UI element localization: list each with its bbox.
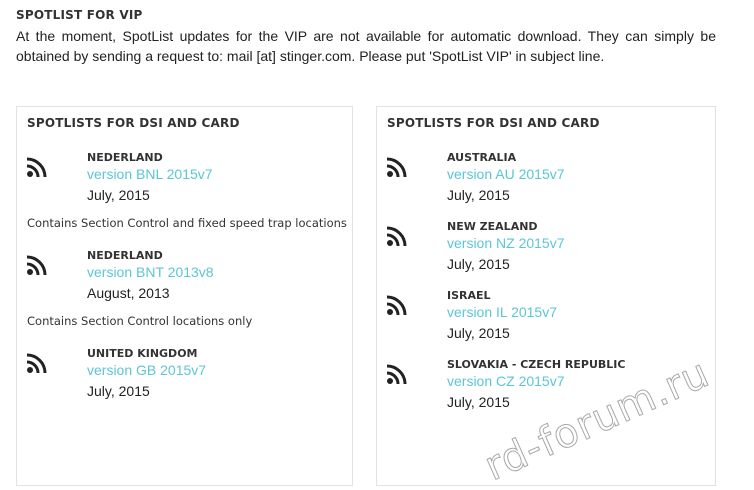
rss-feed-icon[interactable] bbox=[386, 363, 408, 385]
country-name: SLOVAKIA - CZECH REPUBLIC bbox=[447, 358, 626, 371]
country-name: NEDERLAND bbox=[87, 249, 163, 262]
version-download-link[interactable]: version AU 2015v7 bbox=[447, 166, 565, 182]
release-date: August, 2013 bbox=[87, 285, 170, 301]
release-date: July, 2015 bbox=[447, 256, 510, 272]
version-download-link[interactable]: version IL 2015v7 bbox=[447, 304, 557, 320]
entry-note: Contains Section Control and fixed speed… bbox=[27, 216, 347, 230]
country-name: AUSTRALIA bbox=[447, 151, 517, 164]
vip-section: SPOTLIST FOR VIP At the moment, SpotList… bbox=[16, 8, 716, 66]
release-date: July, 2015 bbox=[87, 383, 150, 399]
rss-feed-icon[interactable] bbox=[26, 156, 48, 178]
vip-description: At the moment, SpotList updates for the … bbox=[16, 28, 716, 64]
rss-feed-icon[interactable] bbox=[386, 225, 408, 247]
vip-title: SPOTLIST FOR VIP bbox=[16, 8, 143, 22]
release-date: July, 2015 bbox=[447, 325, 510, 341]
rss-feed-icon[interactable] bbox=[386, 156, 408, 178]
version-download-link[interactable]: version NZ 2015v7 bbox=[447, 235, 565, 251]
version-download-link[interactable]: version BNT 2013v8 bbox=[87, 264, 214, 280]
version-download-link[interactable]: version CZ 2015v7 bbox=[447, 373, 565, 389]
panel-title: SPOTLISTS FOR DSI AND CARD bbox=[387, 116, 600, 130]
country-name: NEDERLAND bbox=[87, 151, 163, 164]
release-date: July, 2015 bbox=[87, 187, 150, 203]
entry-note: Contains Section Control locations only bbox=[27, 314, 253, 328]
rss-feed-icon[interactable] bbox=[386, 294, 408, 316]
release-date: July, 2015 bbox=[447, 394, 510, 410]
version-download-link[interactable]: version BNL 2015v7 bbox=[87, 166, 213, 182]
version-download-link[interactable]: version GB 2015v7 bbox=[87, 362, 206, 378]
country-name: UNITED KINGDOM bbox=[87, 347, 198, 360]
rss-feed-icon[interactable] bbox=[26, 352, 48, 374]
country-name: NEW ZEALAND bbox=[447, 220, 538, 233]
panel-title: SPOTLISTS FOR DSI AND CARD bbox=[27, 116, 240, 130]
release-date: July, 2015 bbox=[447, 187, 510, 203]
rss-feed-icon[interactable] bbox=[26, 254, 48, 276]
country-name: ISRAEL bbox=[447, 289, 491, 302]
spotlist-panel-left: SPOTLISTS FOR DSI AND CARD NEDERLAND ver… bbox=[16, 106, 353, 486]
